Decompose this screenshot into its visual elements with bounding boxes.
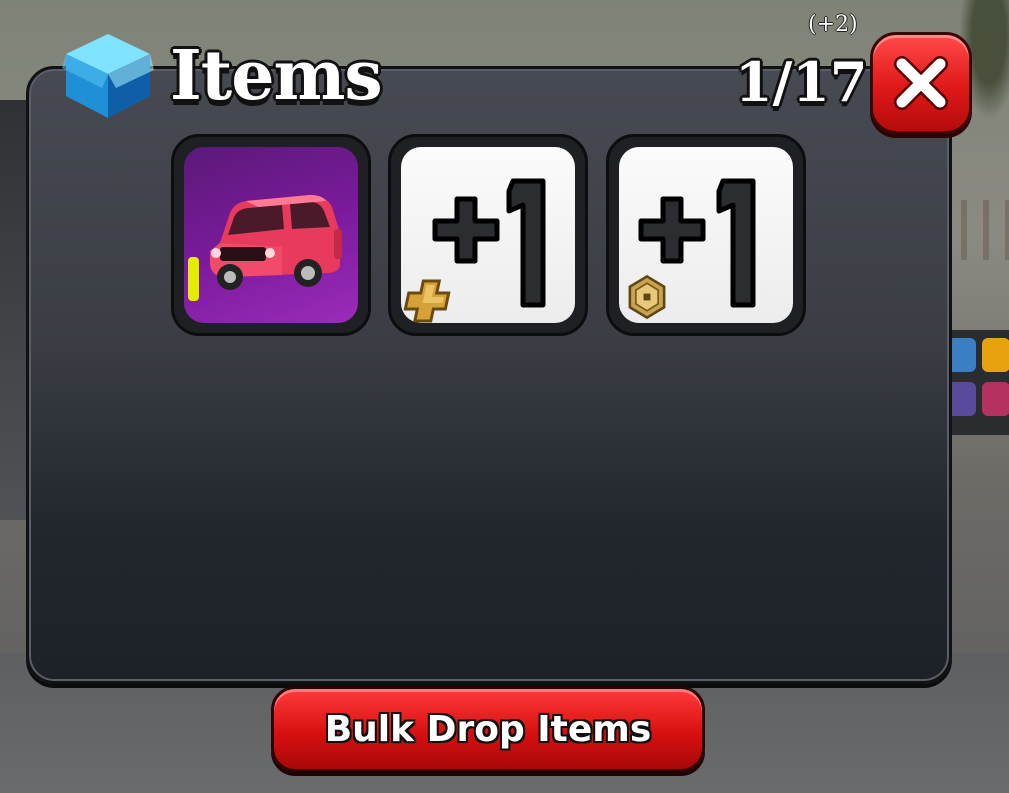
robux-coin-icon (628, 274, 666, 320)
item-slot-background (184, 147, 358, 323)
item-slot-plus-one-premium[interactable] (388, 134, 588, 336)
close-icon (894, 56, 948, 110)
close-button[interactable] (870, 32, 972, 134)
item-count: 1/17 (735, 50, 868, 114)
item-slot-background (619, 147, 793, 323)
item-slot-car[interactable] (171, 134, 371, 336)
side-hotbar (944, 330, 1009, 435)
panel-title: Items (170, 36, 383, 116)
panel-header: Items (58, 26, 383, 126)
car-icon (210, 195, 342, 290)
side-tile-purple[interactable] (948, 382, 976, 416)
gold-plus-icon (403, 279, 451, 323)
side-tile-blue[interactable] (948, 338, 976, 372)
bonus-slots-text: (+2) (808, 12, 858, 37)
side-tile-pink[interactable] (982, 382, 1009, 416)
side-tile-yellow[interactable] (982, 338, 1009, 372)
rarity-indicator (188, 257, 199, 301)
bulk-drop-label: Bulk Drop Items (324, 708, 652, 750)
box-icon (62, 34, 154, 118)
item-slot-background (401, 147, 575, 323)
item-slot-plus-one-robux[interactable] (606, 134, 806, 336)
bulk-drop-button[interactable]: Bulk Drop Items (271, 686, 705, 772)
